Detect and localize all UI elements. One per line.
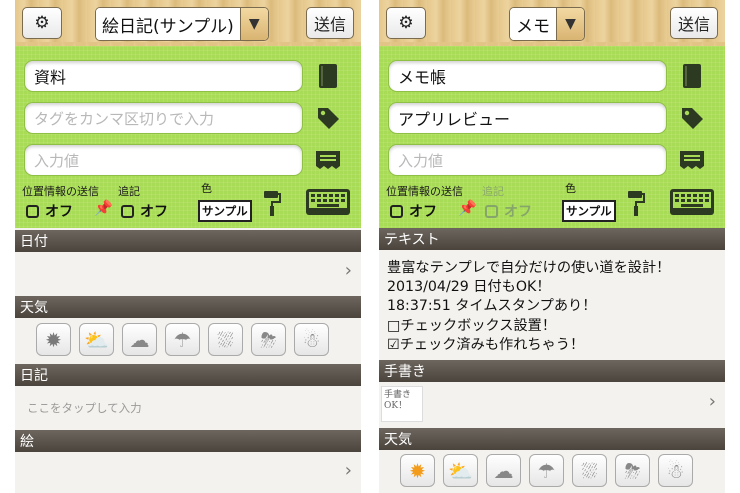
handwriting-row[interactable]: 手書き OK！ › <box>379 382 725 426</box>
location-value: オフ <box>45 204 73 220</box>
picture-row[interactable]: › <box>15 452 361 493</box>
template-selector-label: メモ <box>510 8 556 40</box>
toolbar: ⚙ 絵日記(サンプル) ▼ 送信 <box>15 0 361 52</box>
section-header-text: テキスト <box>379 228 725 250</box>
text-line: 2013/04/29 日付もOK！ <box>387 279 551 296</box>
tags-input[interactable]: タグをカンマ区切りで入力 <box>24 102 303 134</box>
diary-row[interactable]: ここをタップして入力 <box>15 386 361 428</box>
cloudy-icon[interactable]: ☁ <box>122 323 157 356</box>
section-header-picture: 絵 <box>15 430 361 452</box>
section-header-handwriting: 手書き <box>379 360 725 382</box>
snow-icon[interactable]: ☃ <box>658 454 693 487</box>
checkbox-icon <box>390 204 403 218</box>
checkbox-icon <box>121 204 134 218</box>
gear-icon: ⚙ <box>34 13 50 33</box>
chevron-right-icon: › <box>708 391 716 412</box>
checkbox-icon <box>485 204 498 218</box>
left-screen: ⚙ 絵日記(サンプル) ▼ 送信 資料 タグをカンマ区切りで入力 入力値 位置情… <box>15 0 361 493</box>
section-header-weather: 天気 <box>15 296 361 318</box>
snow-icon[interactable]: ☃ <box>294 323 329 356</box>
section-header-diary: 日記 <box>15 364 361 386</box>
section-header-date: 日付 <box>15 230 361 252</box>
checkbox-icon <box>26 204 39 218</box>
append-toggle: オフ <box>485 201 532 221</box>
caret-down-icon: ▼ <box>556 8 584 40</box>
color-label: 色 <box>565 182 576 195</box>
weather-row: ✹ ⛅ ☁ ☂ ⛆ ⛈ ☃ <box>379 450 725 493</box>
date-row[interactable]: › <box>15 252 361 294</box>
send-button[interactable]: 送信 <box>670 7 718 39</box>
chevron-right-icon: › <box>344 460 352 481</box>
location-toggle[interactable]: オフ <box>390 201 437 221</box>
text-line: 豊富なテンプレで自分だけの使い道を設計！ <box>387 260 671 276</box>
thunderstorm-icon[interactable]: ⛈ <box>251 323 286 356</box>
value-input[interactable]: 入力値 <box>388 144 667 176</box>
book-icon[interactable] <box>313 61 343 91</box>
section-header-weather: 天気 <box>379 428 725 450</box>
note-icon[interactable] <box>677 145 707 175</box>
text-line: □チェックボックス設置！ <box>387 317 557 334</box>
weather-picker: ✹ ⛅ ☁ ☂ ⛆ ⛈ ☃ <box>36 323 329 356</box>
cloudy-icon[interactable]: ☁ <box>486 454 521 487</box>
book-icon[interactable] <box>677 61 707 91</box>
color-sample[interactable]: サンプル <box>198 200 252 222</box>
rain-icon[interactable]: ☂ <box>529 454 564 487</box>
tag-icon[interactable] <box>677 103 707 133</box>
partly-cloudy-icon[interactable]: ⛅ <box>79 323 114 356</box>
location-label: 位置情報の送信 <box>22 185 99 198</box>
tag-icon[interactable] <box>313 103 343 133</box>
caret-down-icon: ▼ <box>239 8 268 40</box>
append-toggle[interactable]: オフ <box>121 201 168 221</box>
template-selector-label: 絵日記(サンプル) <box>96 8 240 40</box>
keyboard-icon[interactable] <box>305 188 351 220</box>
form-panel: メモ帳 アプリレビュー 入力値 位置情報の送信 追記 色 オフ 📌 オフ サンプ… <box>379 46 725 228</box>
append-label: 追記 <box>118 185 140 198</box>
rain-icon[interactable]: ☂ <box>165 323 200 356</box>
text-line: 18:37:51 タイムスタンプあり！ <box>387 298 597 315</box>
tags-input[interactable]: アプリレビュー <box>388 102 667 134</box>
toolbar: ⚙ メモ ▼ 送信 <box>379 0 725 52</box>
append-value: オフ <box>140 204 168 220</box>
pin-icon[interactable]: 📌 <box>94 199 113 217</box>
partly-cloudy-icon[interactable]: ⛅ <box>443 454 478 487</box>
append-label: 追記 <box>482 185 504 198</box>
send-button[interactable]: 送信 <box>306 7 354 39</box>
title-input[interactable]: 資料 <box>24 60 303 92</box>
diary-hint: ここをタップして入力 <box>27 401 142 415</box>
settings-button[interactable]: ⚙ <box>22 7 62 39</box>
append-value: オフ <box>504 204 532 220</box>
sunny-icon[interactable]: ✹ <box>36 323 71 356</box>
location-value: オフ <box>409 204 437 220</box>
heavy-rain-icon[interactable]: ⛆ <box>208 323 243 356</box>
paint-roller-icon[interactable] <box>626 189 646 221</box>
paint-roller-icon[interactable] <box>262 189 282 221</box>
text-row[interactable]: 豊富なテンプレで自分だけの使い道を設計！ 2013/04/29 日付もOK！ 1… <box>379 250 725 360</box>
settings-button[interactable]: ⚙ <box>386 7 426 39</box>
gear-icon: ⚙ <box>398 13 414 33</box>
template-selector[interactable]: メモ ▼ <box>509 7 585 41</box>
color-sample[interactable]: サンプル <box>562 200 616 222</box>
location-label: 位置情報の送信 <box>386 185 463 198</box>
text-content: 豊富なテンプレで自分だけの使い道を設計！ 2013/04/29 日付もOK！ 1… <box>387 259 670 355</box>
keyboard-icon[interactable] <box>669 188 715 220</box>
right-screen: ⚙ メモ ▼ 送信 メモ帳 アプリレビュー 入力値 位置情報の送信 追記 色 オ… <box>379 0 725 493</box>
text-line: ☑チェック済みも作れちゃう！ <box>387 336 585 353</box>
sunny-icon[interactable]: ✹ <box>400 454 435 487</box>
thunderstorm-icon[interactable]: ⛈ <box>615 454 650 487</box>
weather-picker: ✹ ⛅ ☁ ☂ ⛆ ⛈ ☃ <box>400 454 693 487</box>
title-input[interactable]: メモ帳 <box>388 60 667 92</box>
location-toggle[interactable]: オフ <box>26 201 73 221</box>
chevron-right-icon: › <box>344 260 352 281</box>
template-selector[interactable]: 絵日記(サンプル) ▼ <box>95 7 269 41</box>
note-icon[interactable] <box>313 145 343 175</box>
form-panel: 資料 タグをカンマ区切りで入力 入力値 位置情報の送信 追記 色 オフ 📌 オフ… <box>15 46 361 228</box>
pin-icon[interactable]: 📌 <box>458 199 477 217</box>
handwriting-thumbnail: 手書き OK！ <box>381 386 423 422</box>
color-label: 色 <box>201 182 212 195</box>
weather-row: ✹ ⛅ ☁ ☂ ⛆ ⛈ ☃ <box>15 318 361 362</box>
value-input[interactable]: 入力値 <box>24 144 303 176</box>
heavy-rain-icon[interactable]: ⛆ <box>572 454 607 487</box>
